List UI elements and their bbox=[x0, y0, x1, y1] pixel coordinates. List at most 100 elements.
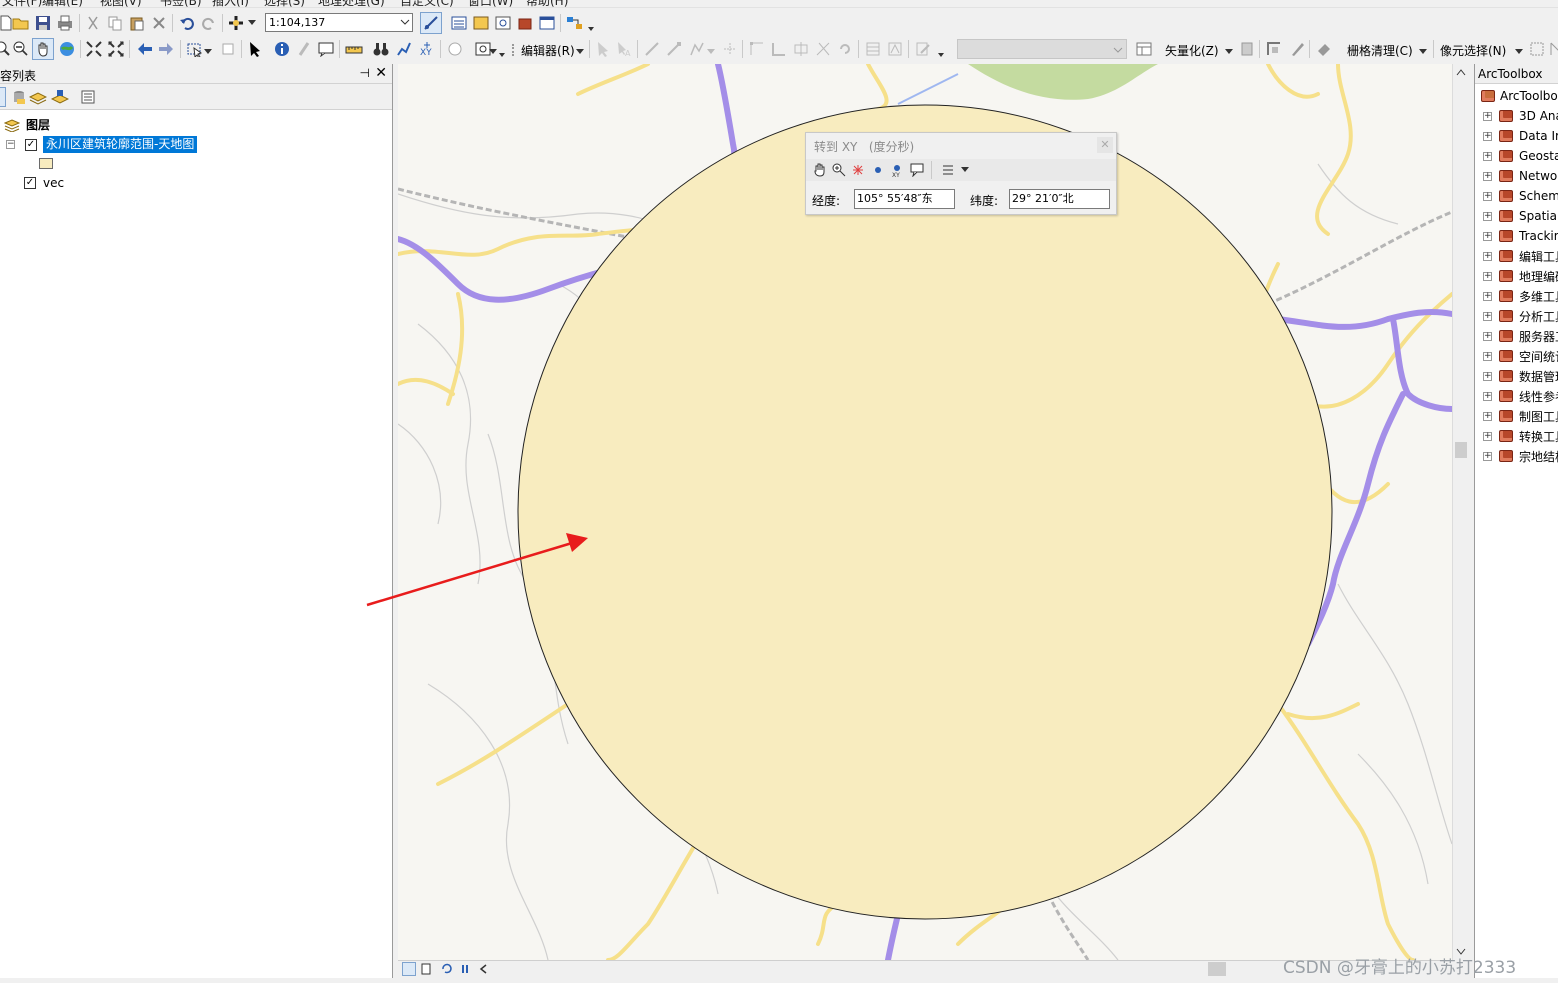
toolbox-item[interactable]: + Netwo bbox=[1483, 167, 1557, 185]
polygon-symbol-swatch[interactable] bbox=[39, 158, 53, 169]
chevron-down-icon[interactable] bbox=[1418, 43, 1428, 61]
go-to-xy-icon[interactable]: XY bbox=[418, 40, 436, 58]
menu-edit[interactable]: 编辑(E) bbox=[42, 0, 83, 7]
vertical-scrollbar-thumb[interactable] bbox=[1455, 442, 1467, 458]
horizontal-scrollbar-thumb[interactable] bbox=[1208, 962, 1226, 976]
measure-icon[interactable] bbox=[345, 40, 363, 58]
raster-pencil-icon[interactable] bbox=[1288, 40, 1306, 58]
building-outline-circle[interactable] bbox=[517, 104, 1333, 920]
cell-select-tool-icon[interactable] bbox=[1528, 40, 1546, 58]
list-by-selection-icon[interactable] bbox=[51, 88, 69, 106]
chevron-down-icon[interactable] bbox=[1514, 43, 1524, 61]
redo-icon[interactable] bbox=[200, 14, 218, 32]
toolbox-item[interactable]: + 多维工具 bbox=[1483, 287, 1558, 305]
toolbox-item[interactable]: + 线性参考 bbox=[1483, 387, 1558, 405]
collapse-icon[interactable]: − bbox=[6, 140, 15, 149]
layer-row-building-outline[interactable]: − ✓ 永川区建筑轮廓范围-天地图 bbox=[6, 136, 198, 153]
toolbar-overflow-icon[interactable] bbox=[938, 47, 944, 59]
clear-selection-icon[interactable] bbox=[219, 40, 237, 58]
close-icon[interactable]: ✕ bbox=[1097, 137, 1113, 153]
pin-icon[interactable]: ⊣ bbox=[360, 66, 370, 80]
toolbox-item[interactable]: + 数据管理 bbox=[1483, 367, 1558, 385]
zoom-to-icon[interactable] bbox=[830, 161, 848, 179]
back-arrow-icon[interactable] bbox=[136, 40, 154, 58]
raster-snapping-icon[interactable] bbox=[1265, 40, 1283, 58]
expand-icon[interactable]: + bbox=[1483, 231, 1492, 241]
cut-icon[interactable] bbox=[84, 14, 102, 32]
expand-icon[interactable]: + bbox=[1483, 191, 1492, 201]
vertical-scrollbar[interactable] bbox=[1452, 64, 1469, 960]
flash-icon[interactable] bbox=[849, 161, 867, 179]
scroll-up-icon[interactable] bbox=[1456, 68, 1466, 76]
chevron-down-icon[interactable] bbox=[247, 14, 257, 32]
pan-hand-icon[interactable] bbox=[32, 38, 54, 60]
menu-windows[interactable]: 窗口(W) bbox=[468, 0, 513, 7]
toolbox-item[interactable]: + 地理编码 bbox=[1483, 267, 1558, 285]
edit-annotation-icon[interactable]: A bbox=[615, 40, 633, 58]
paste-icon[interactable] bbox=[128, 14, 146, 32]
menu-help[interactable]: 帮助(H) bbox=[526, 0, 568, 7]
expand-icon[interactable]: + bbox=[1483, 251, 1492, 261]
print-icon[interactable] bbox=[56, 14, 74, 32]
expand-icon[interactable]: + bbox=[1483, 271, 1492, 281]
create-features-icon[interactable] bbox=[914, 40, 932, 58]
interactive-select-icon[interactable] bbox=[1546, 40, 1558, 58]
cut-polygons-icon[interactable] bbox=[792, 40, 810, 58]
menu-customize[interactable]: 自定义(C) bbox=[400, 0, 454, 7]
units-menu-icon[interactable] bbox=[939, 161, 957, 179]
expand-icon[interactable]: + bbox=[1483, 111, 1492, 121]
longitude-input[interactable]: 105° 55′48″东 bbox=[854, 189, 955, 209]
toolbox-item[interactable]: + Spatial bbox=[1483, 207, 1558, 225]
forward-arrow-icon[interactable] bbox=[157, 40, 175, 58]
menu-selection[interactable]: 选择(S) bbox=[264, 0, 305, 7]
arctoolbox-icon[interactable] bbox=[516, 14, 534, 32]
expand-icon[interactable]: + bbox=[1483, 151, 1492, 161]
identify-icon[interactable] bbox=[273, 40, 291, 58]
zoom-out-icon[interactable] bbox=[12, 40, 30, 58]
cell-selection-menu-button[interactable]: 像元选择(N) bbox=[1440, 42, 1506, 59]
toolbox-item[interactable]: + 制图工具 bbox=[1483, 407, 1558, 425]
chevron-down-icon[interactable] bbox=[203, 43, 213, 61]
menu-geoprocessing[interactable]: 地理处理(G) bbox=[318, 0, 385, 7]
expand-icon[interactable]: + bbox=[1483, 311, 1492, 321]
layer-visibility-checkbox[interactable]: ✓ bbox=[25, 138, 37, 151]
toolbox-item[interactable]: + 服务器工 bbox=[1483, 327, 1558, 345]
save-icon[interactable] bbox=[34, 14, 52, 32]
list-by-drawing-order-icon[interactable] bbox=[0, 87, 6, 107]
model-builder-icon[interactable] bbox=[566, 14, 584, 32]
hyperlink-icon[interactable] bbox=[295, 40, 313, 58]
toolbox-item[interactable]: + 空间统计 bbox=[1483, 347, 1558, 365]
expand-icon[interactable]: + bbox=[1483, 331, 1492, 341]
list-by-visibility-icon[interactable] bbox=[29, 88, 47, 106]
catalog-icon[interactable] bbox=[472, 14, 490, 32]
open-folder-icon[interactable] bbox=[12, 14, 30, 32]
toolbar-overflow-icon[interactable] bbox=[499, 47, 505, 59]
expand-icon[interactable]: + bbox=[1483, 451, 1492, 461]
layer-row-vec[interactable]: ✓ vec bbox=[24, 176, 64, 190]
chevron-down-icon[interactable] bbox=[575, 43, 585, 61]
add-point-icon[interactable] bbox=[869, 161, 887, 179]
raster-cleanup-menu-button[interactable]: 栅格清理(C) bbox=[1347, 42, 1413, 59]
add-data-icon[interactable] bbox=[228, 14, 246, 32]
rotate-icon[interactable] bbox=[836, 40, 854, 58]
toolbox-item[interactable]: + 编辑工具 bbox=[1483, 247, 1558, 265]
full-extent-icon[interactable] bbox=[58, 40, 76, 58]
target-layer-combo[interactable] bbox=[957, 39, 1127, 59]
expand-icon[interactable]: + bbox=[1483, 371, 1492, 381]
chevron-down-icon[interactable] bbox=[706, 43, 716, 61]
refresh-icon[interactable] bbox=[440, 962, 454, 976]
straight-segment-icon[interactable] bbox=[643, 40, 661, 58]
layout-view-icon[interactable] bbox=[419, 962, 433, 976]
editor-menu-button[interactable]: 编辑器(R) bbox=[521, 42, 575, 59]
toolbox-item[interactable]: + 宗地结构 bbox=[1483, 447, 1558, 465]
toolbox-item[interactable]: + Trackir bbox=[1483, 227, 1558, 245]
find-route-icon[interactable] bbox=[395, 40, 413, 58]
zoom-in-icon[interactable] bbox=[0, 40, 12, 58]
toolbox-item[interactable]: + 转换工具 bbox=[1483, 427, 1558, 445]
expand-icon[interactable]: + bbox=[1483, 131, 1492, 141]
scroll-left-icon[interactable] bbox=[476, 962, 490, 976]
fixed-zoom-out-icon[interactable] bbox=[107, 40, 125, 58]
menu-file[interactable]: 文件(F) bbox=[2, 0, 42, 7]
pan-to-icon[interactable] bbox=[811, 161, 829, 179]
pause-drawing-icon[interactable] bbox=[458, 962, 472, 976]
